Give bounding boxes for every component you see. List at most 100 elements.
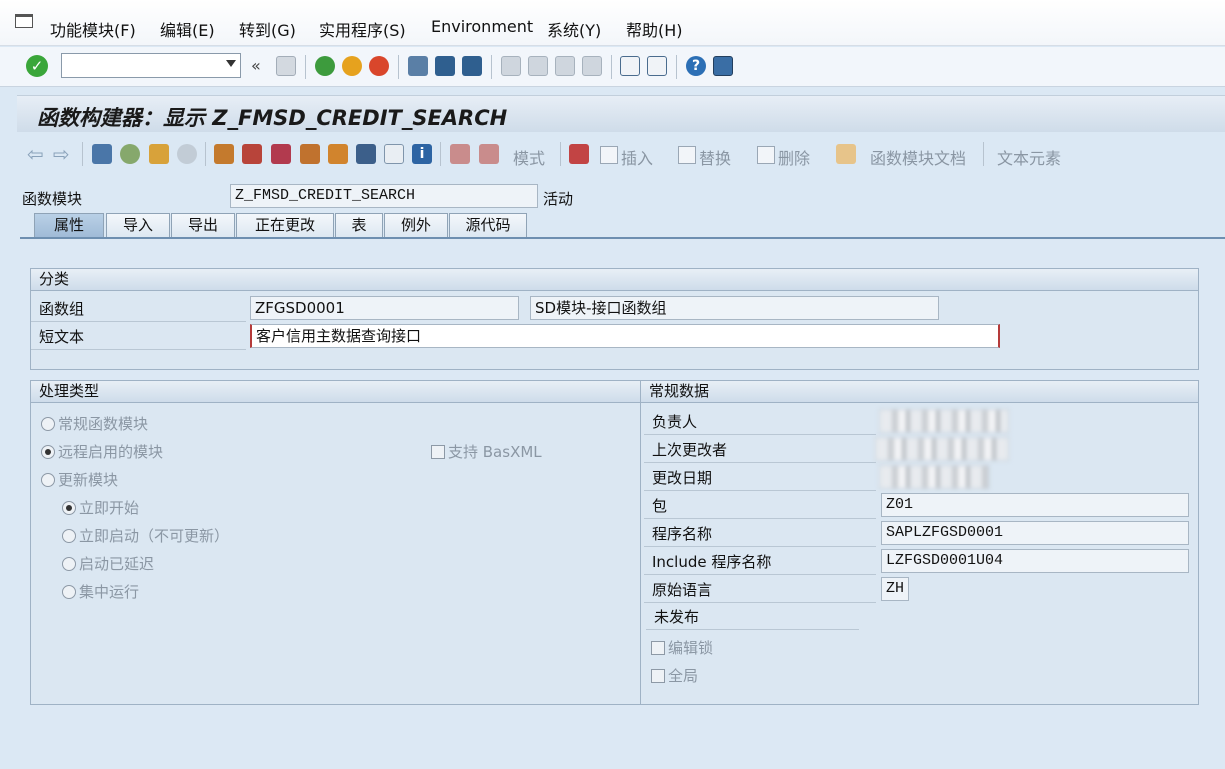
tab-changing[interactable]: 正在更改 [236,213,334,238]
cancel-icon[interactable] [369,56,389,76]
layout-icon[interactable] [384,144,404,164]
replace-icon[interactable] [678,146,696,164]
checkbox-icon[interactable] [651,669,665,683]
enter-check-icon[interactable]: ✓ [26,55,48,77]
other-object-icon[interactable] [120,144,140,164]
delete-icon[interactable] [757,146,775,164]
previous-page-icon[interactable] [528,56,548,76]
radio-update-module[interactable]: 更新模块 [41,469,118,490]
package-field[interactable]: Z01 [881,493,1189,517]
back-icon[interactable] [315,56,335,76]
menu-utilities[interactable]: 实用程序(S) [319,17,406,41]
forward-arrow-icon[interactable]: ⇨ [53,142,70,166]
function-group-field[interactable]: ZFGSD0001 [250,296,519,320]
separator [491,55,492,79]
pattern-button[interactable]: 模式 [513,145,545,169]
last-page-icon[interactable] [582,56,602,76]
tab-tables[interactable]: 表 [335,213,383,238]
short-text-field[interactable]: 客户信用主数据查询接口 [250,324,1000,348]
radio-remote-enabled[interactable]: 远程启用的模块 [41,441,163,462]
checkbox-icon[interactable] [431,445,445,459]
system-menu-icon[interactable] [15,14,33,28]
test-icon[interactable] [242,144,262,164]
tab-attributes[interactable]: 属性 [34,213,104,238]
next-page-icon[interactable] [555,56,575,76]
radio-icon[interactable] [41,417,55,431]
checkbox-global-label: 全局 [668,667,699,685]
menu-environment[interactable]: Environment [431,17,533,36]
tab-source-code[interactable]: 源代码 [449,213,527,238]
standard-toolbar: ✓ « ? [0,47,1225,87]
exit-icon[interactable] [342,56,362,76]
text-elements-button[interactable]: 文本元素 [997,145,1061,169]
original-language-field[interactable]: ZH [881,577,909,601]
set-breakpoint-icon[interactable] [450,144,470,164]
delete-button[interactable]: 删除 [778,145,810,169]
hierarchy-icon[interactable] [328,144,348,164]
menu-goto[interactable]: 转到(G) [239,17,296,41]
status-label: 活动 [543,190,574,208]
find-icon[interactable] [435,56,455,76]
radio-collective-run[interactable]: 集中运行 [62,581,139,602]
documentation-icon[interactable] [836,144,856,164]
menu-help[interactable]: 帮助(H) [626,17,683,41]
separator [611,55,612,79]
tab-import[interactable]: 导入 [106,213,170,238]
separator [676,55,677,79]
checkbox-basxml[interactable]: 支持 BasXML [431,441,542,462]
separator [82,142,83,166]
first-page-icon[interactable] [501,56,521,76]
radio-icon[interactable] [62,529,76,543]
navigation-icon[interactable] [300,144,320,164]
insert-icon[interactable] [600,146,618,164]
where-used-icon[interactable] [214,144,234,164]
replace-button[interactable]: 替换 [699,145,731,169]
program-name-field[interactable]: SAPLZFGSD0001 [881,521,1189,545]
radio-immediate-start-no-update[interactable]: 立即启动（不可更新） [62,525,229,546]
radio-icon[interactable] [62,557,76,571]
radio-immediate-start-no-update-label: 立即启动（不可更新） [79,527,230,545]
menu-system[interactable]: 系统(Y) [547,17,601,41]
application-toolbar: ⇦ ⇨ i 模式 插入 替换 删除 函数模块文档 文本元素 [17,134,1225,174]
menu-edit[interactable]: 编辑(E) [160,17,215,41]
insert-button[interactable]: 插入 [621,145,653,169]
checkbox-edit-lock[interactable]: 编辑锁 [651,637,713,658]
separator [398,55,399,79]
back-arrow-icon[interactable]: ⇦ [27,142,44,166]
function-module-field[interactable]: Z_FMSD_CREDIT_SEARCH [230,184,538,208]
tab-export[interactable]: 导出 [171,213,235,238]
info-icon[interactable]: i [412,144,432,164]
radio-start-delayed[interactable]: 启动已延迟 [62,553,154,574]
shortcut-icon[interactable] [647,56,667,76]
pretty-printer-icon[interactable] [569,144,589,164]
new-session-icon[interactable] [620,56,640,76]
radio-immediate-start[interactable]: 立即开始 [62,497,139,518]
tab-exceptions[interactable]: 例外 [384,213,448,238]
checkbox-icon[interactable] [651,641,665,655]
collapse-icon[interactable]: « [251,56,261,75]
check-icon[interactable] [149,144,169,164]
radio-selected-icon[interactable] [62,501,76,515]
checkbox-global[interactable]: 全局 [651,665,698,686]
include-program-field[interactable]: LZFGSD0001U04 [881,549,1189,573]
chevron-down-icon[interactable] [226,60,236,67]
menu-function-module[interactable]: 功能模块(F) [50,17,136,41]
print-icon[interactable] [408,56,428,76]
radio-normal-fm[interactable]: 常规函数模块 [41,413,148,434]
radio-icon[interactable] [62,585,76,599]
customize-layout-icon[interactable] [713,56,733,76]
save-icon[interactable] [276,56,296,76]
object-list-icon[interactable] [271,144,291,164]
radio-update-module-label: 更新模块 [58,471,119,489]
display-change-icon[interactable] [92,144,112,164]
help-icon[interactable]: ? [686,56,706,76]
command-field[interactable] [61,53,241,78]
stack-icon[interactable] [356,144,376,164]
external-breakpoint-icon[interactable] [479,144,499,164]
separator [205,142,206,166]
fm-documentation-button[interactable]: 函数模块文档 [870,145,966,169]
radio-selected-icon[interactable] [41,445,55,459]
find-next-icon[interactable] [462,56,482,76]
radio-icon[interactable] [41,473,55,487]
activate-icon[interactable] [177,144,197,164]
